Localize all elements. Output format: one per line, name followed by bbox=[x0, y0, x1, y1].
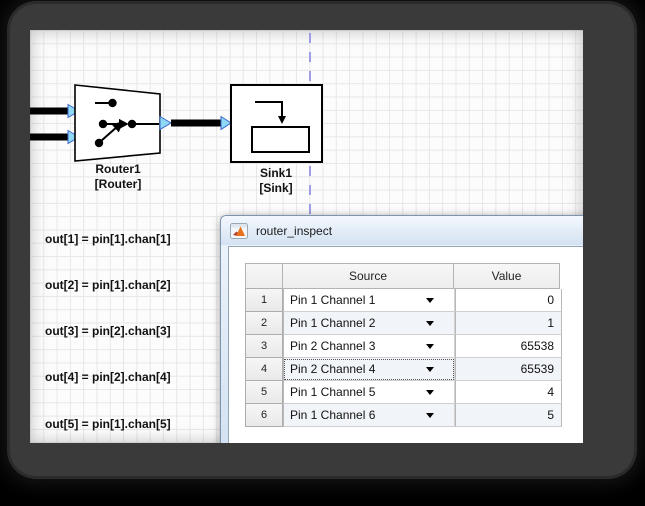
row-index-cell[interactable]: 6 bbox=[245, 403, 283, 427]
router-block-class: [Router] bbox=[73, 177, 163, 192]
row-index-cell[interactable]: 1 bbox=[245, 288, 283, 312]
caret-down-icon[interactable] bbox=[426, 367, 434, 372]
annotation-line: out[3] = pin[2].chan[3] bbox=[45, 324, 171, 339]
sink-block-name: Sink1 bbox=[231, 166, 321, 181]
matlab-icon bbox=[230, 223, 248, 239]
inspect-table: Source Value 1 Pin 1 Channel 1 0 2 bbox=[245, 263, 562, 427]
table-header-row: Source Value bbox=[245, 263, 562, 289]
source-cell-label: Pin 1 Channel 1 bbox=[290, 293, 375, 307]
source-cell-label: Pin 2 Channel 4 bbox=[290, 362, 375, 376]
annotation-line: out[5] = pin[1].chan[5] bbox=[45, 417, 171, 432]
row-index-cell[interactable]: 5 bbox=[245, 380, 283, 404]
source-cell-label: Pin 1 Channel 5 bbox=[290, 385, 375, 399]
value-cell[interactable]: 5 bbox=[455, 404, 562, 427]
source-cell-label: Pin 1 Channel 2 bbox=[290, 316, 375, 330]
caret-down-icon[interactable] bbox=[426, 344, 434, 349]
screenshot-frame: Router1 [Router] Sink1 [Sink] out[1] = p… bbox=[10, 4, 634, 476]
value-cell[interactable]: 65539 bbox=[455, 358, 562, 381]
annotation-line: out[4] = pin[2].chan[4] bbox=[45, 370, 171, 385]
model-canvas: Router1 [Router] Sink1 [Sink] out[1] = p… bbox=[30, 30, 583, 443]
table-row: 1 Pin 1 Channel 1 0 bbox=[245, 289, 562, 312]
row-index-cell[interactable]: 3 bbox=[245, 334, 283, 358]
source-cell[interactable]: Pin 1 Channel 1 bbox=[283, 289, 455, 312]
table-row: 6 Pin 1 Channel 6 5 bbox=[245, 404, 562, 427]
source-cell[interactable]: Pin 1 Channel 5 bbox=[283, 381, 455, 404]
sink-inport-icon[interactable] bbox=[221, 117, 231, 130]
source-cell-label: Pin 2 Channel 3 bbox=[290, 339, 375, 353]
source-column-header: Source bbox=[282, 263, 454, 289]
sink-block-class: [Sink] bbox=[231, 181, 321, 196]
source-cell[interactable]: Pin 1 Channel 6 bbox=[283, 404, 455, 427]
value-cell[interactable]: 0 bbox=[455, 289, 562, 312]
caret-down-icon[interactable] bbox=[426, 321, 434, 326]
caret-down-icon[interactable] bbox=[426, 413, 434, 418]
value-cell[interactable]: 65538 bbox=[455, 335, 562, 358]
value-cell[interactable]: 1 bbox=[455, 312, 562, 335]
row-index-cell[interactable]: 4 bbox=[245, 357, 283, 381]
window-titlebar[interactable]: router_inspect bbox=[221, 216, 583, 245]
caret-down-icon[interactable] bbox=[426, 390, 434, 395]
routing-annotations: out[1] = pin[1].chan[1] out[2] = pin[1].… bbox=[45, 201, 171, 443]
sink-block[interactable] bbox=[231, 85, 322, 162]
router-block[interactable] bbox=[75, 85, 160, 161]
corner-header-cell bbox=[245, 263, 283, 289]
table-row: 2 Pin 1 Channel 2 1 bbox=[245, 312, 562, 335]
source-cell-focused[interactable]: Pin 2 Channel 4 bbox=[283, 358, 455, 381]
table-row: 3 Pin 2 Channel 3 65538 bbox=[245, 335, 562, 358]
value-column-header: Value bbox=[453, 263, 560, 289]
source-cell[interactable]: Pin 1 Channel 2 bbox=[283, 312, 455, 335]
router-inspect-window[interactable]: router_inspect Source Value 1 Pin 1 Chan… bbox=[220, 215, 583, 443]
annotation-line: out[1] = pin[1].chan[1] bbox=[45, 232, 171, 247]
table-row: 5 Pin 1 Channel 5 4 bbox=[245, 381, 562, 404]
caret-down-icon[interactable] bbox=[426, 298, 434, 303]
row-index-cell[interactable]: 2 bbox=[245, 311, 283, 335]
table-row: 4 Pin 2 Channel 4 65539 bbox=[245, 358, 562, 381]
dialog-client-area: Source Value 1 Pin 1 Channel 1 0 2 bbox=[228, 246, 583, 443]
annotation-line: out[2] = pin[1].chan[2] bbox=[45, 278, 171, 293]
value-cell[interactable]: 4 bbox=[455, 381, 562, 404]
source-cell[interactable]: Pin 2 Channel 3 bbox=[283, 335, 455, 358]
source-cell-label: Pin 1 Channel 6 bbox=[290, 408, 375, 422]
window-title: router_inspect bbox=[256, 224, 332, 238]
router-block-name: Router1 bbox=[73, 162, 163, 177]
router-outport-icon[interactable] bbox=[160, 117, 171, 130]
